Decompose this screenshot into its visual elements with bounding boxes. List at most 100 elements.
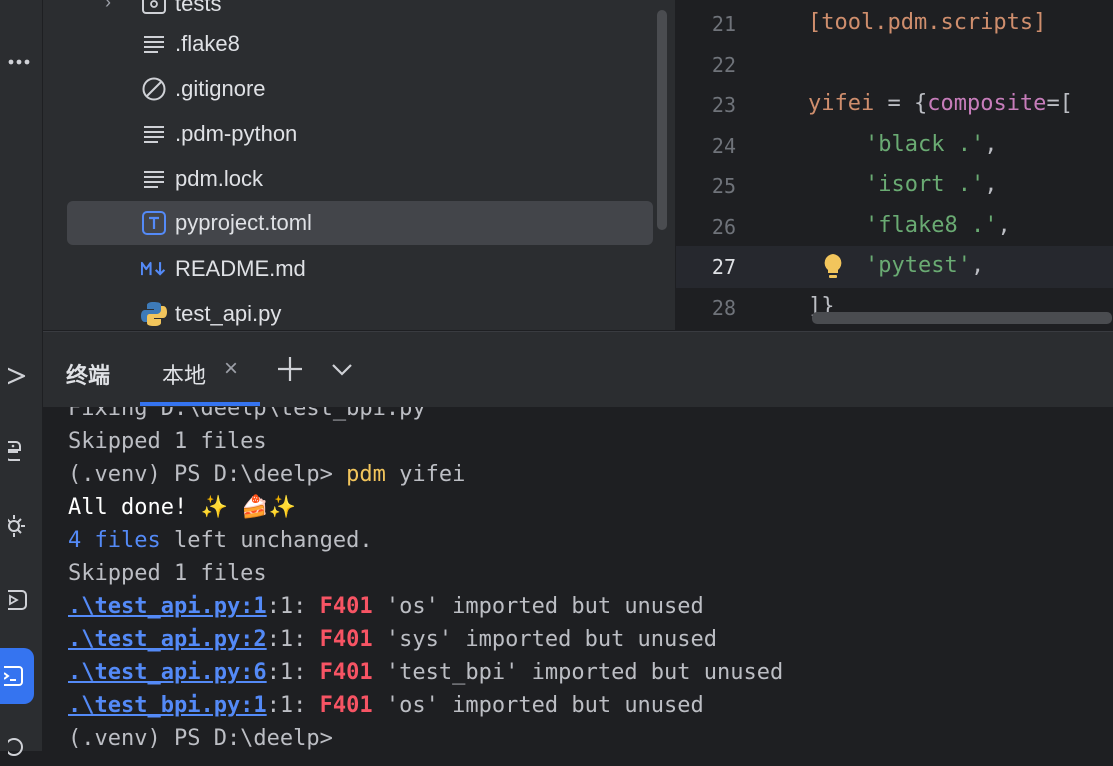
tree-item-readme-md[interactable]: README.md: [67, 247, 653, 291]
terminal-icon[interactable]: [0, 648, 34, 704]
text-file-icon: [139, 164, 169, 194]
file-link[interactable]: .\test_bpi.py:1: [68, 693, 267, 718]
tree-item-gitignore[interactable]: .gitignore: [67, 67, 653, 111]
toml-operator: = {: [874, 91, 928, 116]
close-icon[interactable]: ×: [224, 356, 246, 382]
tree-item-pyproject-toml[interactable]: pyproject.toml: [67, 201, 653, 245]
files-count: 4 files: [68, 528, 161, 553]
tree-item-label: .gitignore: [175, 76, 266, 101]
error-column: :1:: [266, 660, 320, 685]
tree-item-label: README.md: [175, 256, 306, 281]
chevron-down-icon[interactable]: [329, 356, 355, 382]
code-line-24: 'black .',: [865, 132, 997, 157]
terminal-line: Fixing D:\deelp\test_bpi.py: [68, 407, 426, 421]
tab-label: 本地: [162, 363, 207, 388]
command-arg: yifei: [385, 462, 466, 487]
tree-item-label: .flake8: [175, 31, 240, 56]
toml-string: 'black .': [865, 132, 985, 157]
editor-horizontal-scrollbar[interactable]: [812, 312, 1112, 324]
tab-local[interactable]: 本地 ×: [140, 332, 260, 407]
tree-item-label: test_api.py: [175, 301, 282, 326]
toml-comma: ,: [970, 253, 985, 278]
vcs-icon[interactable]: [0, 726, 42, 766]
error-column: :1:: [266, 594, 320, 619]
error-code: F401: [319, 627, 373, 652]
tree-item-pdm-lock[interactable]: pdm.lock: [67, 157, 653, 201]
project-scrollbar[interactable]: [657, 10, 667, 230]
line-number: 23: [711, 93, 736, 117]
line-number-current: 27: [711, 255, 736, 279]
files-text: left unchanged.: [160, 528, 373, 553]
toml-string: 'pytest': [865, 253, 971, 278]
line-number: 22: [711, 53, 736, 77]
toml-string: 'isort .': [865, 172, 985, 197]
tree-item-label: .pdm-python: [175, 121, 298, 146]
markdown-file-icon: [139, 254, 169, 284]
tree-item-label: pdm.lock: [175, 166, 264, 191]
lightbulb-icon[interactable]: [820, 252, 846, 282]
terminal-prompt-line[interactable]: (.venv) PS D:\deelp>: [68, 722, 333, 751]
error-message: 'os' imported but unused: [372, 594, 704, 619]
tree-item-label: pyproject.toml: [175, 210, 312, 235]
error-code: F401: [319, 594, 373, 619]
file-link[interactable]: .\test_api.py:2: [68, 627, 267, 652]
tree-item-flake8[interactable]: .flake8: [67, 22, 653, 66]
command: pdm: [346, 462, 386, 487]
file-link[interactable]: .\test_api.py:1: [68, 594, 267, 619]
toml-comma: ,: [984, 132, 998, 157]
project-panel: › tests .flake8 .gitignore .pdm-python p…: [43, 0, 675, 330]
code-line-23: yifei = {composite=[: [808, 91, 1073, 116]
add-icon[interactable]: [275, 352, 305, 386]
terminal-line: Skipped 1 files: [68, 561, 267, 586]
code-line-21: [tool.pdm.scripts]: [808, 10, 1047, 35]
terminal-line: (.venv) PS D:\deelp> pdm yifei: [68, 458, 465, 491]
terminal-output[interactable]: Fixing D:\deelp\test_bpi.py Skipped 1 fi…: [43, 407, 1113, 751]
toml-comma: ,: [997, 213, 1011, 238]
error-message: 'os' imported but unused: [372, 693, 704, 718]
python-file-icon: [139, 299, 169, 329]
ignore-file-icon: [139, 74, 169, 104]
toml-comma: ,: [984, 172, 998, 197]
terminal-toolbar: 终端 本地 ×: [43, 331, 1113, 407]
code-line-25: 'isort .',: [865, 172, 997, 197]
terminal-line: Skipped 1 files: [68, 429, 267, 454]
toml-operator: =[: [1046, 91, 1073, 116]
toml-file-icon: [139, 208, 169, 238]
error-code: F401: [319, 660, 373, 685]
toml-subkey: composite: [927, 91, 1047, 116]
run-config-icon[interactable]: [0, 580, 42, 620]
error-column: :1:: [266, 627, 320, 652]
terminal-error-line: .\test_api.py:1:1: F401 'os' imported bu…: [68, 590, 704, 623]
error-column: :1:: [266, 693, 320, 718]
prompt: (.venv) PS D:\deelp>: [68, 462, 347, 487]
toml-key: yifei: [808, 91, 875, 116]
folder-icon: [139, 0, 169, 19]
line-number: 28: [711, 296, 736, 320]
error-message: 'test_bpi' imported but unused: [372, 660, 784, 685]
line-number: 25: [711, 174, 736, 198]
code-line-26: 'flake8 .',: [865, 213, 1011, 238]
run-icon[interactable]: [0, 356, 42, 396]
terminal-title: 终端: [66, 363, 111, 388]
text-file-icon: [139, 119, 169, 149]
services-icon[interactable]: [0, 506, 42, 546]
toml-string: 'flake8 .': [865, 213, 998, 238]
terminal-error-line: .\test_bpi.py:1:1: F401 'os' imported bu…: [68, 689, 704, 722]
line-number: 24: [711, 134, 736, 158]
error-code: F401: [319, 693, 373, 718]
line-number: 26: [711, 215, 736, 239]
activity-bar: [0, 0, 43, 756]
tree-item-test-api-py[interactable]: test_api.py: [67, 292, 653, 330]
terminal-error-line: .\test_api.py:6:1: F401 'test_bpi' impor…: [68, 656, 783, 689]
more-icon[interactable]: [0, 42, 42, 82]
chevron-right-icon[interactable]: ›: [105, 0, 111, 13]
tree-item-label: tests: [175, 0, 222, 16]
terminal-line: 4 files left unchanged.: [68, 524, 373, 557]
terminal-line: All done! ✨ 🍰✨: [68, 495, 296, 520]
terminal-error-line: .\test_api.py:2:1: F401 'sys' imported b…: [68, 623, 717, 656]
file-link[interactable]: .\test_api.py:6: [68, 660, 267, 685]
tree-item-pdm-python[interactable]: .pdm-python: [67, 112, 653, 156]
python-packages-icon[interactable]: [0, 431, 42, 471]
error-message: 'sys' imported but unused: [372, 627, 718, 652]
code-editor[interactable]: 21 22 23 24 25 26 27 28 [tool.pdm.script…: [676, 0, 1113, 330]
